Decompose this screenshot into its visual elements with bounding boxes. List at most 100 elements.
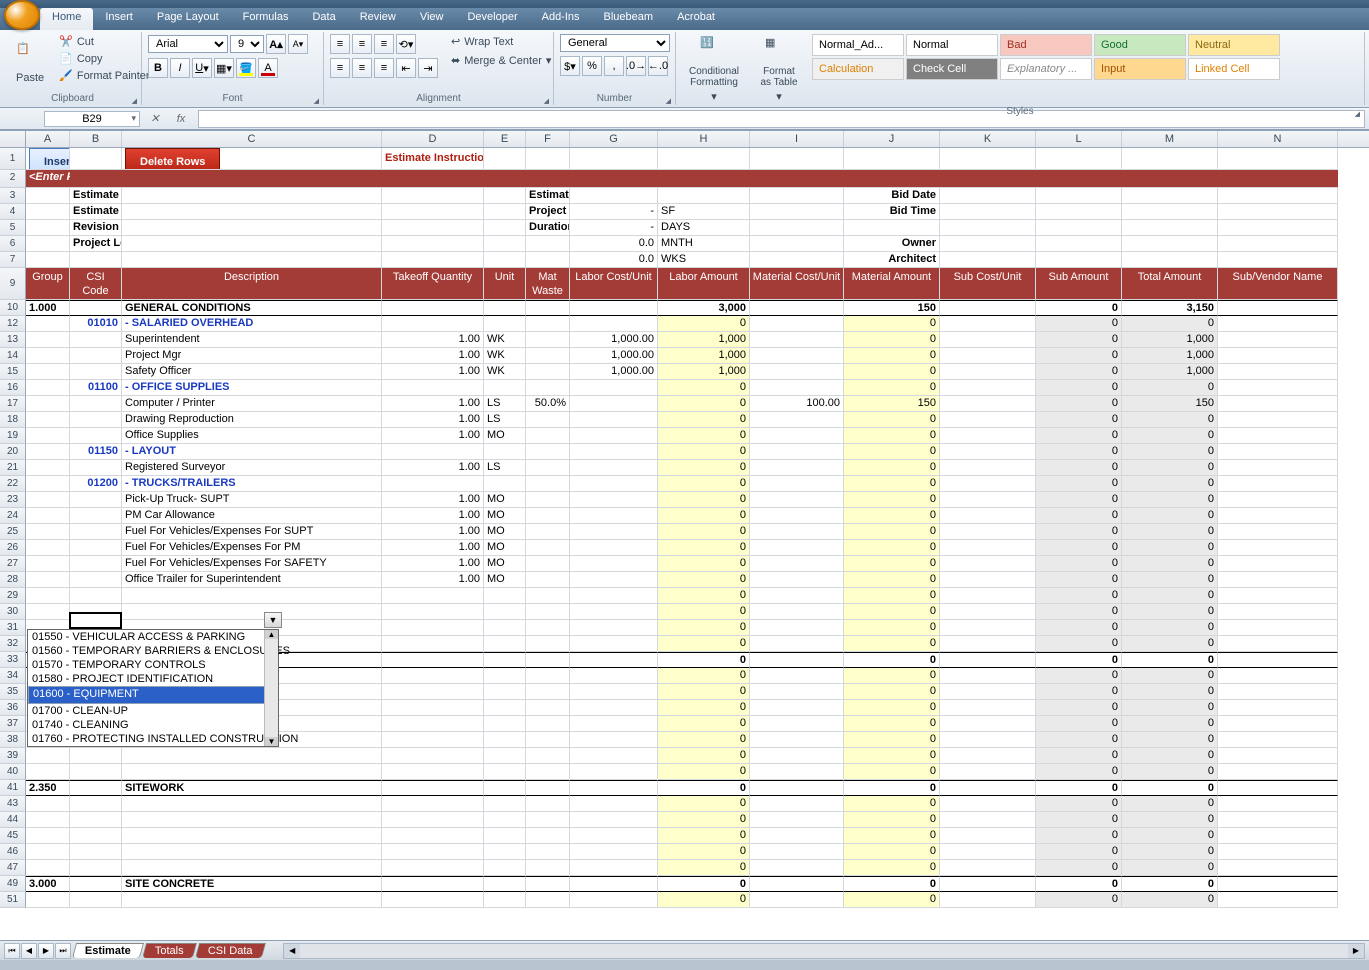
cell[interactable] [940,508,1036,524]
column-header[interactable]: Total Amount [1122,268,1218,300]
cell[interactable] [26,236,70,252]
row-head[interactable]: 38 [0,732,26,748]
cell[interactable] [940,524,1036,540]
cell[interactable] [70,148,122,170]
cell[interactable] [1218,780,1338,796]
cell[interactable] [382,204,484,220]
merge-center-button[interactable]: ⬌Merge & Center ▾ [448,53,554,68]
cell[interactable]: 1.00 [382,364,484,380]
cell[interactable] [26,812,70,828]
cell[interactable] [940,620,1036,636]
cell[interactable] [570,588,658,604]
cell[interactable]: Registered Surveyor [122,460,382,476]
cell[interactable] [26,828,70,844]
cell[interactable] [382,828,484,844]
tab-nav-next[interactable]: ▶ [38,943,54,959]
cell[interactable] [122,188,382,204]
cell[interactable] [526,588,570,604]
cell[interactable] [750,204,844,220]
cell[interactable]: 0 [658,636,750,652]
cell[interactable]: PM Car Allowance [122,508,382,524]
cell[interactable]: 0 [1036,764,1122,780]
cell[interactable] [526,236,570,252]
cell[interactable]: 1.00 [382,492,484,508]
cell[interactable]: 0 [658,860,750,876]
cell[interactable]: Project Location [70,236,122,252]
cell[interactable] [484,828,526,844]
grow-font-button[interactable]: A▴ [266,34,286,54]
cell[interactable] [750,572,844,588]
cell[interactable] [570,812,658,828]
cell[interactable] [526,764,570,780]
row-head[interactable]: 18 [0,412,26,428]
cell[interactable] [570,524,658,540]
cell[interactable] [26,188,70,204]
cell[interactable] [122,220,382,236]
cut-button[interactable]: ✂️Cut [56,34,152,49]
cell[interactable]: 0 [844,604,940,620]
cell[interactable] [844,220,940,236]
cell[interactable] [750,700,844,716]
cell[interactable] [940,556,1036,572]
cell[interactable] [70,252,122,268]
cell[interactable] [26,764,70,780]
sheet-tab-estimate[interactable]: Estimate [72,943,144,958]
cell[interactable] [940,764,1036,780]
cell[interactable]: 0 [1036,780,1122,796]
conditional-formatting-button[interactable]: 🔢 Conditional Formatting▾ [682,34,746,105]
cell[interactable] [940,892,1036,908]
cell[interactable]: 0 [658,508,750,524]
cell[interactable]: 0 [1036,460,1122,476]
cell[interactable] [750,380,844,396]
cell[interactable] [940,604,1036,620]
cell[interactable]: Pick-Up Truck- SUPT [122,492,382,508]
cell[interactable] [570,572,658,588]
cell[interactable] [26,604,70,620]
cell[interactable] [122,252,382,268]
align-middle[interactable]: ≡ [352,34,372,54]
cell[interactable]: MO [484,428,526,444]
cell[interactable] [1218,572,1338,588]
cell[interactable] [940,170,1036,188]
cell[interactable] [1218,620,1338,636]
cell[interactable] [1122,220,1218,236]
format-as-table-button[interactable]: ▦ Format as Table▾ [752,34,806,105]
cell[interactable] [484,300,526,316]
cell[interactable] [1036,148,1122,170]
cell[interactable] [70,860,122,876]
cell[interactable]: 0 [1036,748,1122,764]
column-header[interactable]: Material Cost/Unit [750,268,844,300]
ribbon-tab-view[interactable]: View [408,8,456,30]
col-head-J[interactable]: J [844,131,940,147]
cell[interactable]: 3,150 [1122,300,1218,316]
cell[interactable]: 0 [844,492,940,508]
cell[interactable] [940,348,1036,364]
cell[interactable] [750,364,844,380]
cell[interactable] [750,876,844,892]
cell[interactable] [940,460,1036,476]
cell[interactable] [1218,876,1338,892]
cell[interactable]: 0 [1122,588,1218,604]
cell[interactable]: WK [484,364,526,380]
col-head-A[interactable]: A [26,131,70,147]
row-head[interactable]: 28 [0,572,26,588]
cell[interactable]: 0 [844,540,940,556]
dropdown-option[interactable]: 01580 - PROJECT IDENTIFICATION [28,672,278,686]
cell[interactable]: 0 [1122,668,1218,684]
cell[interactable] [940,876,1036,892]
cell[interactable] [844,148,940,170]
cell[interactable] [484,204,526,220]
cell[interactable] [526,364,570,380]
validation-dropdown[interactable]: 01550 - VEHICULAR ACCESS & PARKING01560 … [27,629,279,747]
cell[interactable]: 0 [658,572,750,588]
cell[interactable]: 1.00 [382,396,484,412]
cell[interactable]: 0 [844,860,940,876]
cell[interactable] [570,540,658,556]
cell[interactable]: Delete Rows [122,148,382,170]
cell[interactable] [484,876,526,892]
cell[interactable] [26,316,70,332]
cell[interactable] [382,860,484,876]
cell[interactable]: - TRUCKS/TRAILERS [122,476,382,492]
cell[interactable]: 1,000 [1122,364,1218,380]
cell[interactable]: SF [658,204,750,220]
